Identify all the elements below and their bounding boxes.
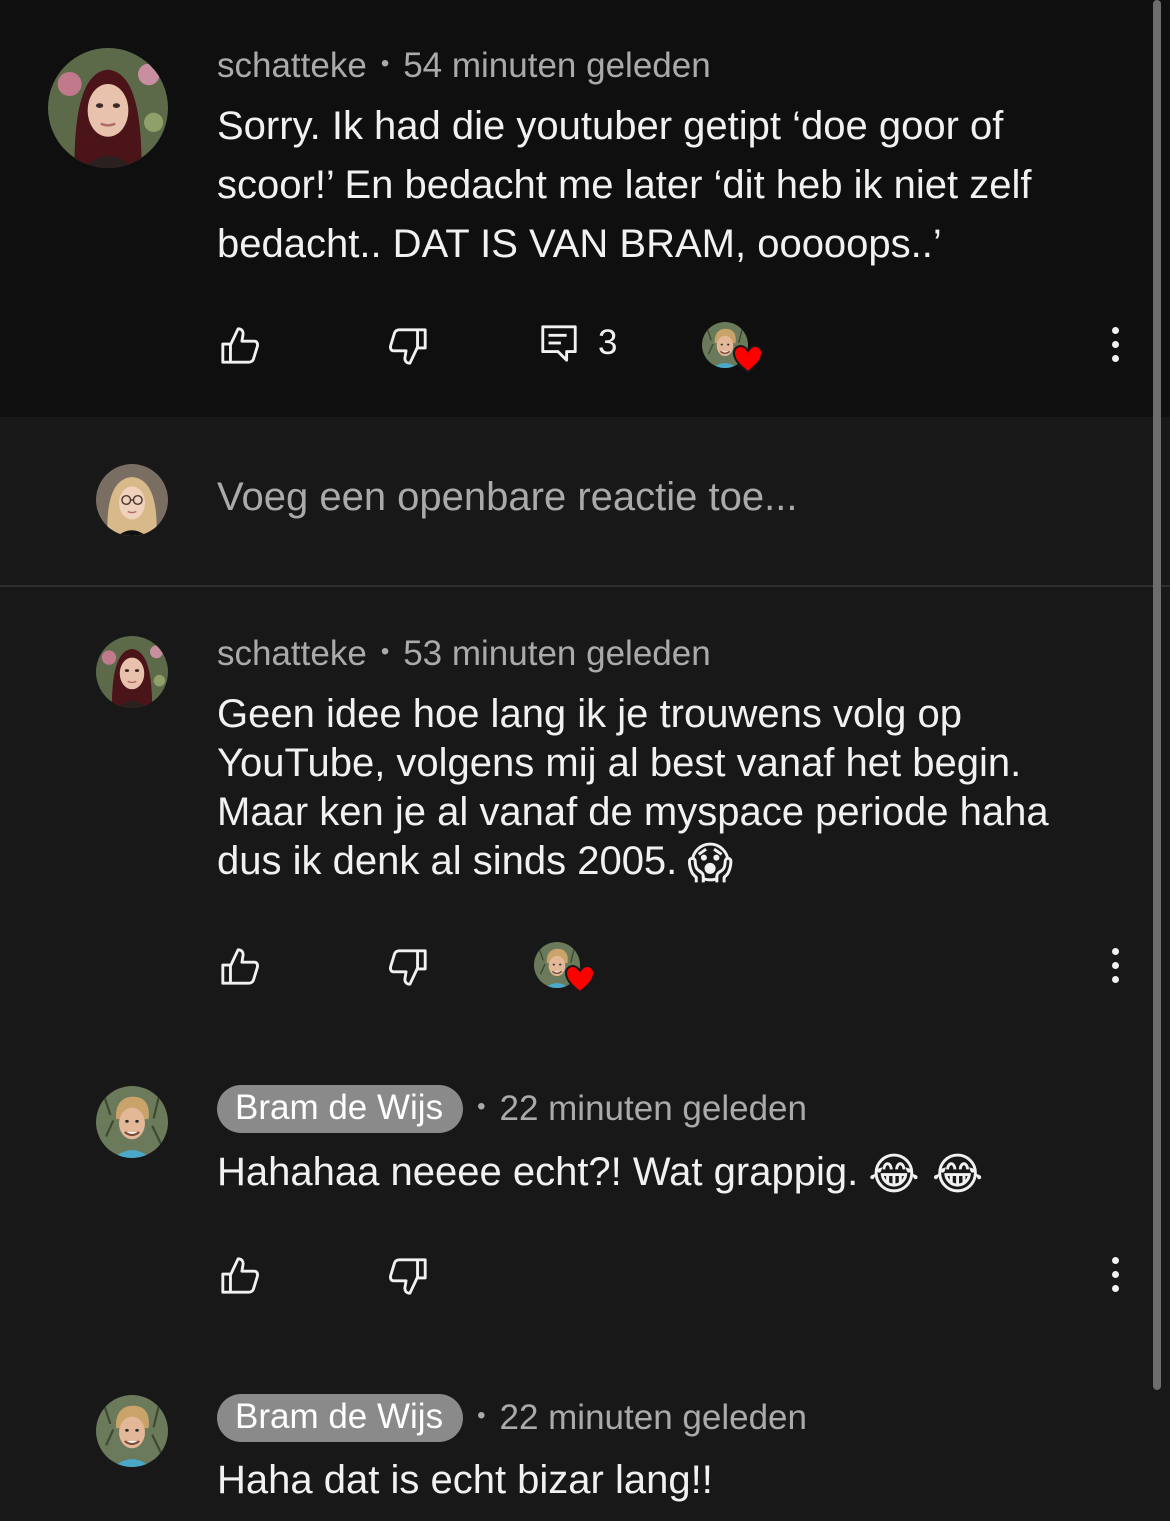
reply-time[interactable]: 22 minuten geleden xyxy=(500,1398,807,1438)
creator-heart xyxy=(702,322,766,376)
reply-meta: Bram de Wijs • 22 minuten geleden xyxy=(217,1085,807,1133)
dislike-button[interactable] xyxy=(387,1255,429,1297)
like-button[interactable] xyxy=(219,325,261,367)
thumb-up-icon xyxy=(219,946,261,988)
thumb-down-icon xyxy=(387,325,429,367)
reply-line: Geen idee hoe lang ik je trouwens volg o… xyxy=(217,692,962,736)
dislike-button[interactable] xyxy=(387,946,429,988)
reply-text: Hahahaa neeee echt?! Wat grappig. 😂 😂 xyxy=(217,1143,983,1204)
reply-text: Haha dat is echt bizar lang!! xyxy=(217,1451,713,1510)
creator-author-chip[interactable]: Bram de Wijs xyxy=(217,1394,464,1442)
comment-thread-page: schatteke • 54 minuten geleden Sorry. Ik… xyxy=(0,0,1170,1521)
avatar-image xyxy=(96,1395,168,1467)
more-vert-icon[interactable] xyxy=(1105,325,1125,365)
meta-separator: • xyxy=(380,638,390,665)
comment-time[interactable]: 54 minuten geleden xyxy=(403,46,710,86)
reply-input[interactable]: Voeg een openbare reactie toe... xyxy=(217,475,797,520)
reply-line-text: dus ik denk al sinds 2005. xyxy=(217,839,678,883)
thumb-up-icon xyxy=(219,1255,261,1297)
comment-icon xyxy=(538,322,580,364)
avatar-image xyxy=(96,1086,168,1158)
reply-time[interactable]: 53 minuten geleden xyxy=(403,634,710,674)
reply-line-text: Hahahaa neeee echt?! Wat grappig. xyxy=(217,1150,859,1194)
current-user-avatar xyxy=(96,464,168,536)
divider xyxy=(0,585,1170,587)
dislike-button[interactable] xyxy=(387,325,429,367)
like-button[interactable] xyxy=(219,946,261,988)
commenter-avatar[interactable] xyxy=(48,48,168,168)
comment-meta: schatteke • 54 minuten geleden xyxy=(217,46,711,86)
creator-heart-icon xyxy=(732,344,764,374)
creator-heart xyxy=(534,942,598,996)
meta-separator: • xyxy=(477,1402,486,1429)
comment-line: Sorry. Ik had die youtuber getipt ‘doe g… xyxy=(217,104,1004,148)
thumb-down-icon xyxy=(387,946,429,988)
reply-text: Geen idee hoe lang ik je trouwens volg o… xyxy=(217,690,1049,888)
avatar-image xyxy=(96,636,168,708)
more-vert-icon[interactable] xyxy=(1105,946,1125,986)
meta-separator: • xyxy=(477,1093,486,1120)
thumb-up-icon xyxy=(219,325,261,367)
reply-avatar[interactable] xyxy=(96,1086,168,1158)
reply-avatar[interactable] xyxy=(96,1395,168,1467)
reply-time[interactable]: 22 minuten geleden xyxy=(500,1089,807,1129)
reply-count: 3 xyxy=(598,323,618,362)
comment-text: Sorry. Ik had die youtuber getipt ‘doe g… xyxy=(217,97,1032,274)
comment-line: scoor!’ En bedacht me later ‘dit heb ik … xyxy=(217,163,1032,207)
scream-emoji: 😱 xyxy=(687,839,734,888)
scrollbar[interactable] xyxy=(1153,0,1161,1390)
thumb-down-icon xyxy=(387,1255,429,1297)
meta-separator: • xyxy=(380,50,390,77)
laughing-emoji: 😂 😂 xyxy=(868,1150,984,1199)
reply-meta: Bram de Wijs • 22 minuten geleden xyxy=(217,1394,807,1442)
reply-line: YouTube, volgens mij al best vanaf het b… xyxy=(217,741,1022,785)
comment-line: bedacht.. DAT IS VAN BRAM, ooooops..’ xyxy=(217,222,942,266)
avatar-image xyxy=(48,48,168,168)
reply-author[interactable]: schatteke xyxy=(217,634,367,674)
reply-line: Hahahaa neeee echt?! Wat grappig. 😂 😂 xyxy=(217,1143,983,1204)
more-vert-icon[interactable] xyxy=(1105,1255,1125,1295)
avatar-image xyxy=(96,464,168,536)
reply-line: Haha dat is echt bizar lang!! xyxy=(217,1458,713,1502)
comment-author[interactable]: schatteke xyxy=(217,46,367,86)
like-button[interactable] xyxy=(219,1255,261,1297)
reply-meta: schatteke • 53 minuten geleden xyxy=(217,634,711,674)
reply-avatar[interactable] xyxy=(96,636,168,708)
reply-line: Maar ken je al vanaf de myspace periode … xyxy=(217,790,1049,834)
creator-author-chip[interactable]: Bram de Wijs xyxy=(217,1085,464,1133)
reply-line: dus ik denk al sinds 2005. 😱 xyxy=(217,837,1049,888)
creator-heart-icon xyxy=(564,964,596,994)
replies-button[interactable]: 3 xyxy=(538,322,617,364)
